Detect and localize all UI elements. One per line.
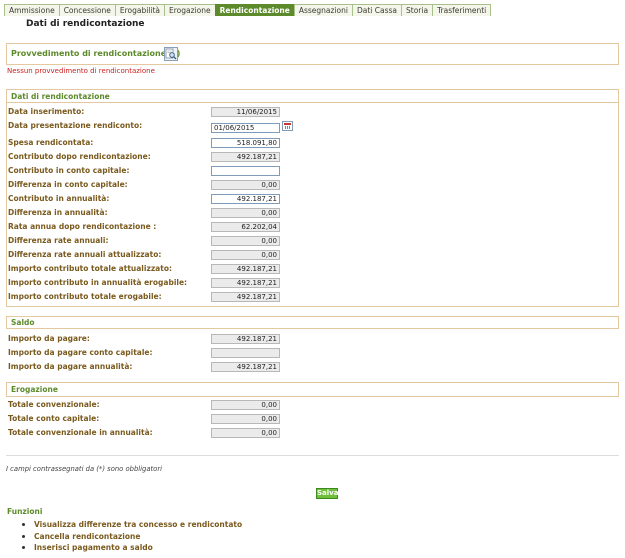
label-data-presentazione: Data presentazione rendiconto: [8,121,143,130]
tab-bar: Ammissione Concessione Erogabilità Eroga… [4,4,492,16]
visualizza-differenze-link[interactable]: Visualizza differenze tra concesso e ren… [34,520,242,529]
divider [6,396,619,397]
differenza-conto-capitale-field [211,180,280,190]
provvedimento-title: Provvedimento di rendicontazione (*) [11,49,181,58]
tab-assegnazioni[interactable]: Assegnazioni [293,4,353,16]
label-importo-annualita: Importo da pagare annualità: [8,362,133,371]
tab-trasferimenti[interactable]: Trasferimenti [432,4,492,16]
list-item: Visualizza differenze tra concesso e ren… [20,520,242,532]
inserisci-pagamento-link[interactable]: Inserisci pagamento a saldo [34,543,153,552]
differenza-rate-field [211,236,280,246]
tab-storia[interactable]: Storia [401,4,434,16]
save-button[interactable]: Salva [316,488,338,499]
page-title: Dati di rendicontazione [26,19,145,29]
label-contributo-conto-capitale: Contributo in conto capitale: [8,166,130,175]
contributo-conto-capitale-input[interactable] [211,166,280,176]
contributo-annualita-input[interactable] [211,194,280,204]
totale-convenzionale-annualita-field [211,428,280,438]
differenza-annualita-field [211,208,280,218]
erogazione-title: Erogazione [11,385,58,394]
search-provvedimento-button[interactable] [164,47,178,61]
divider [6,328,619,329]
contributo-dopo-field [211,152,280,162]
label-contributo-dopo: Contributo dopo rendicontazione: [8,152,151,161]
totale-conto-capitale-field [211,414,280,424]
tab-concessione[interactable]: Concessione [58,4,116,16]
tab-erogabilita[interactable]: Erogabilità [114,4,166,16]
importo-annualita-erogabile-field [211,278,280,288]
funzioni-list: Visualizza differenze tra concesso e ren… [20,520,242,555]
importo-totale-attualizzato-field [211,264,280,274]
label-data-inserimento: Data inserimento: [8,107,85,116]
saldo-section: Saldo [6,316,619,328]
tab-ammissione[interactable]: Ammissione [4,4,60,16]
label-importo-annualita-erogabile: Importo contributo in annualità erogabil… [8,278,188,287]
divider [6,102,619,103]
tab-rendicontazione[interactable]: Rendicontazione [214,4,295,16]
funzioni-title: Funzioni [7,507,43,516]
tab-dati-cassa[interactable]: Dati Cassa [351,4,403,16]
label-importo-totale-erogabile: Importo contributo totale erogabile: [8,292,162,301]
calendar-icon[interactable] [282,121,293,131]
rata-annua-field [211,222,280,232]
totale-convenzionale-field [211,400,280,410]
label-importo-da-pagare: Importo da pagare: [8,334,90,343]
list-item: Cancella rendicontazione [20,532,242,544]
spesa-rendicontata-input[interactable] [211,138,280,148]
importo-da-pagare-field [211,334,280,344]
label-spesa-rendicontata: Spesa rendicontata: [8,138,94,147]
label-differenza-conto-capitale: Differenza in conto capitale: [8,180,128,189]
data-inserimento-field [211,107,280,117]
cancella-rendicontazione-link[interactable]: Cancella rendicontazione [34,532,140,541]
label-totale-convenzionale-annualita: Totale convenzionale in annualità: [8,428,153,437]
list-item: Inserisci pagamento a saldo [20,543,242,555]
label-rata-annua: Rata annua dopo rendicontazione : [8,222,157,231]
tab-erogazione[interactable]: Erogazione [164,4,216,16]
required-fields-note: I campi contrassegnati da (*) sono obbli… [6,465,163,473]
label-differenza-rate-attualizzato: Differenza rate annuali attualizzato: [8,250,162,259]
importo-conto-capitale-field [211,348,280,358]
data-presentazione-input[interactable] [211,123,280,133]
erogazione-section: Erogazione [6,382,619,396]
label-differenza-rate: Differenza rate annuali: [8,236,109,245]
label-contributo-annualita: Contributo in annualità: [8,194,110,203]
importo-annualita-field [211,362,280,372]
label-totale-conto-capitale: Totale conto capitale: [8,414,100,423]
differenza-rate-attualizzato-field [211,250,280,260]
label-importo-totale-attualizzato: Importo contributo totale attualizzato: [8,264,172,273]
magnifier-icon [165,48,177,60]
label-totale-convenzionale: Totale convenzionale: [8,400,100,409]
label-importo-conto-capitale: Importo da pagare conto capitale: [8,348,153,357]
label-differenza-annualita: Differenza in annualità: [8,208,108,217]
provvedimento-section: Provvedimento di rendicontazione (*) [6,43,619,65]
no-provvedimento-message: Nessun provvedimento di rendicontazione [7,67,155,75]
importo-totale-erogabile-field [211,292,280,302]
divider [6,455,619,456]
